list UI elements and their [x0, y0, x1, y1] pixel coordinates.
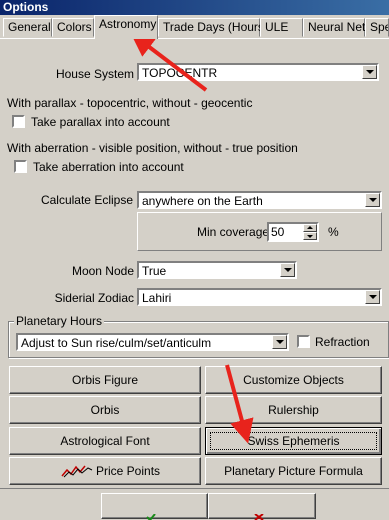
house-system-value: TOPOCENTR: [142, 66, 218, 80]
aberration-checkbox[interactable]: [14, 160, 27, 173]
ok-button[interactable]: [101, 493, 208, 520]
tab-ule[interactable]: ULE: [260, 18, 303, 37]
aberration-description: With aberration - visible position, with…: [7, 141, 298, 155]
eclipse-label: Calculate Eclipse: [40, 193, 133, 207]
aberration-checkbox-label: Take aberration into account: [33, 160, 184, 174]
planetary-picture-formula-button[interactable]: Planetary Picture Formula: [205, 457, 382, 485]
orbis-button[interactable]: Orbis: [9, 396, 201, 424]
spin-up-icon[interactable]: [303, 224, 317, 232]
price-points-button[interactable]: Price Points: [9, 457, 201, 485]
chevron-down-icon[interactable]: [365, 290, 380, 304]
tab-label: Spe: [370, 20, 388, 34]
parallax-description: With parallax - topocentric, without - g…: [7, 96, 253, 110]
tab-colors[interactable]: Colors: [52, 18, 94, 37]
price-points-label: Price Points: [96, 464, 161, 478]
close-icon: [254, 514, 264, 520]
chevron-down-icon[interactable]: [365, 193, 380, 207]
percent-unit: %: [328, 225, 339, 239]
refraction-label: Refraction: [315, 335, 370, 349]
swiss-ephemeris-button[interactable]: Swiss Ephemeris: [205, 427, 382, 455]
window-title: Options: [3, 0, 49, 14]
price-points-icon: [61, 465, 93, 478]
window-title-bar: Options: [0, 0, 389, 15]
check-icon: [146, 514, 156, 520]
rulership-button[interactable]: Rulership: [205, 396, 382, 424]
customize-objects-button[interactable]: Customize Objects: [205, 366, 382, 394]
moon-node-select[interactable]: True: [137, 261, 297, 279]
eclipse-value: anywhere on the Earth: [142, 194, 263, 208]
min-coverage-value: 50: [271, 225, 285, 239]
tab-trade-days[interactable]: Trade Days (Hours): [158, 18, 268, 37]
planetary-hours-select[interactable]: Adjust to Sun rise/culm/set/anticulm: [16, 333, 289, 351]
chevron-down-icon[interactable]: [280, 263, 295, 277]
astronomy-panel: House System TOPOCENTR With parallax - t…: [0, 38, 389, 516]
tab-strip: General Colors Astronomy Trade Days (Hou…: [0, 15, 389, 39]
orbis-figure-button[interactable]: Orbis Figure: [9, 366, 201, 394]
eclipse-select[interactable]: anywhere on the Earth: [137, 191, 382, 209]
moon-node-label: Moon Node: [71, 264, 134, 278]
tab-neural-net[interactable]: Neural Net: [303, 18, 365, 37]
min-coverage-label: Min coverage: [197, 225, 270, 239]
parallax-checkbox[interactable]: [12, 115, 25, 128]
astrological-font-button[interactable]: Astrological Font: [9, 427, 201, 455]
sidereal-zodiac-select[interactable]: Lahiri: [137, 288, 382, 306]
swiss-ephemeris-label: Swiss Ephemeris: [247, 434, 340, 448]
spin-down-icon[interactable]: [303, 232, 317, 240]
tab-label: ULE: [265, 20, 289, 34]
tab-label: Colors: [57, 20, 92, 34]
dialog-button-bar: [0, 488, 389, 520]
refraction-checkbox[interactable]: [297, 335, 310, 348]
min-coverage-spinner[interactable]: 50: [267, 222, 319, 242]
tab-label: Astronomy: [99, 17, 157, 31]
tab-label: General: [8, 20, 51, 34]
planetary-hours-value: Adjust to Sun rise/culm/set/anticulm: [21, 336, 212, 350]
moon-node-value: True: [142, 264, 167, 278]
tab-label: Trade Days (Hours): [163, 20, 268, 34]
tab-spe[interactable]: Spe: [365, 18, 389, 37]
house-system-label: House System: [55, 67, 134, 81]
parallax-checkbox-label: Take parallax into account: [31, 115, 170, 129]
sidereal-zodiac-value: Lahiri: [142, 291, 172, 305]
planetary-hours-group-label: Planetary Hours: [14, 314, 105, 328]
min-coverage-box: Min coverage 50 %: [137, 212, 382, 251]
cancel-button[interactable]: [208, 493, 316, 520]
chevron-down-icon[interactable]: [272, 335, 287, 349]
house-system-select[interactable]: TOPOCENTR: [137, 63, 379, 81]
tab-astronomy[interactable]: Astronomy: [94, 15, 158, 39]
chevron-down-icon[interactable]: [362, 65, 377, 79]
tab-general[interactable]: General: [3, 18, 52, 37]
tab-label: Neural Net: [308, 20, 366, 34]
sidereal-zodiac-label: Siderial Zodiac: [54, 291, 134, 305]
